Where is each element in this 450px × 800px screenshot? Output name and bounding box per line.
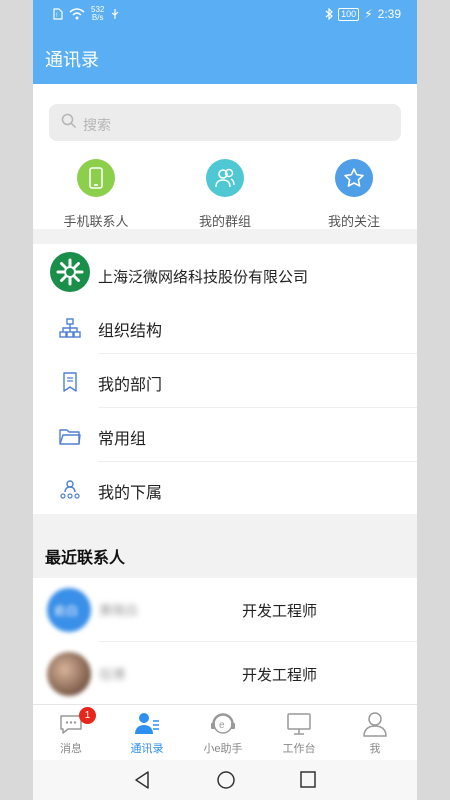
sim-icon: ! xyxy=(53,8,63,20)
net-speed: 532 B/s xyxy=(91,5,105,22)
org-item-subordinates[interactable]: 我的下属 xyxy=(33,462,417,516)
quick-link-phone-contacts[interactable]: 手机联系人 xyxy=(41,159,151,230)
company-name: 上海泛微网络科技股份有限公司 xyxy=(98,269,309,286)
phone-icon xyxy=(77,159,115,197)
org-item-label: 组织结构 xyxy=(98,323,163,340)
recent-header: 最近联系人 xyxy=(33,514,417,578)
person-icon xyxy=(362,711,388,737)
tab-label: 我 xyxy=(369,743,381,755)
clock: 2:39 xyxy=(377,7,401,21)
avatar xyxy=(47,652,91,696)
contact-name: 黄晓白 xyxy=(99,603,139,618)
org-item-structure[interactable]: 组织结构 xyxy=(33,300,417,354)
star-icon xyxy=(335,159,373,197)
usb-icon xyxy=(112,9,119,19)
svg-text:!: ! xyxy=(56,13,58,19)
tab-label: 消息 xyxy=(60,743,82,755)
tab-me[interactable]: 我 xyxy=(337,711,413,756)
company-logo xyxy=(50,252,90,292)
tab-label: 通讯录 xyxy=(130,743,164,755)
unread-badge: 1 xyxy=(79,707,96,724)
org-section: 上海泛微网络科技股份有限公司 组织结构 我的部门 常用组 我的下属 xyxy=(33,244,417,514)
svg-text:e: e xyxy=(219,720,225,731)
search-icon xyxy=(61,113,77,129)
tab-workbench[interactable]: 工作台 xyxy=(261,711,337,756)
system-nav-bar xyxy=(33,760,417,800)
org-item-label: 常用组 xyxy=(98,431,147,448)
org-chart-icon xyxy=(59,318,81,338)
tab-contacts[interactable]: 通讯录 xyxy=(109,711,185,756)
bookmark-icon xyxy=(63,372,77,392)
back-icon[interactable] xyxy=(133,770,151,790)
tab-messages[interactable]: 1 消息 xyxy=(33,707,109,756)
title-bar: 通讯录 xyxy=(33,32,417,84)
tab-assistant[interactable]: e 小e助手 xyxy=(185,711,261,756)
quick-link-my-groups[interactable]: 我的群组 xyxy=(170,159,280,230)
contact-name: 伍博 xyxy=(99,667,126,682)
desktop-icon xyxy=(286,711,312,737)
home-icon[interactable] xyxy=(216,770,236,790)
bottom-tab-bar: 1 消息 通讯录 e 小e助手 工作台 我 xyxy=(33,704,417,761)
search-input[interactable]: 搜索 xyxy=(49,104,401,141)
org-item-common-groups[interactable]: 常用组 xyxy=(33,408,417,462)
company-row[interactable]: 上海泛微网络科技股份有限公司 xyxy=(33,244,417,298)
contact-role: 开发工程师 xyxy=(242,667,318,684)
quick-link-label: 我的关注 xyxy=(327,214,380,229)
search-placeholder: 搜索 xyxy=(83,117,111,133)
quick-link-label: 手机联系人 xyxy=(63,214,129,229)
avatar-initials: 俞白 xyxy=(54,604,79,618)
group-icon xyxy=(206,159,244,197)
contact-row[interactable]: 伍博 开发工程师 xyxy=(33,642,417,706)
contact-role: 开发工程师 xyxy=(242,603,318,620)
avatar: 俞白 xyxy=(47,588,91,632)
org-item-label: 我的部门 xyxy=(98,377,163,394)
wifi-icon xyxy=(69,8,85,20)
contacts-icon xyxy=(134,711,160,737)
bluetooth-icon xyxy=(325,8,334,20)
search-area: 搜索 手机联系人 我的群组 我的关注 xyxy=(33,84,417,229)
status-bar: ! 532 B/s 100 ⚡ 2:39 xyxy=(33,0,417,32)
quick-link-my-follows[interactable]: 我的关注 xyxy=(299,159,409,230)
tab-label: 工作台 xyxy=(282,743,316,755)
org-item-department[interactable]: 我的部门 xyxy=(33,354,417,408)
page-title: 通讯录 xyxy=(45,50,99,70)
phone-screen: ! 532 B/s 100 ⚡ 2:39 通讯录 搜索 手机联系人 我的群组 我… xyxy=(33,0,417,800)
message-icon: 1 xyxy=(58,707,96,737)
org-item-label: 我的下属 xyxy=(98,485,163,502)
tab-label: 小e助手 xyxy=(203,743,243,755)
contacts-content: 搜索 手机联系人 我的群组 我的关注 上海泛微网络科技股份有限公司 组织结构 我… xyxy=(33,84,417,706)
contact-row[interactable]: 俞白 黄晓白 开发工程师 xyxy=(33,578,417,642)
recents-icon[interactable] xyxy=(299,770,317,790)
battery-indicator: 100 xyxy=(338,7,360,21)
recent-title: 最近联系人 xyxy=(45,550,126,567)
subordinates-icon xyxy=(60,480,80,499)
charging-icon: ⚡ xyxy=(364,7,373,21)
assistant-icon: e xyxy=(210,711,236,737)
quick-link-label: 我的群组 xyxy=(198,214,251,229)
folder-icon xyxy=(59,429,81,445)
